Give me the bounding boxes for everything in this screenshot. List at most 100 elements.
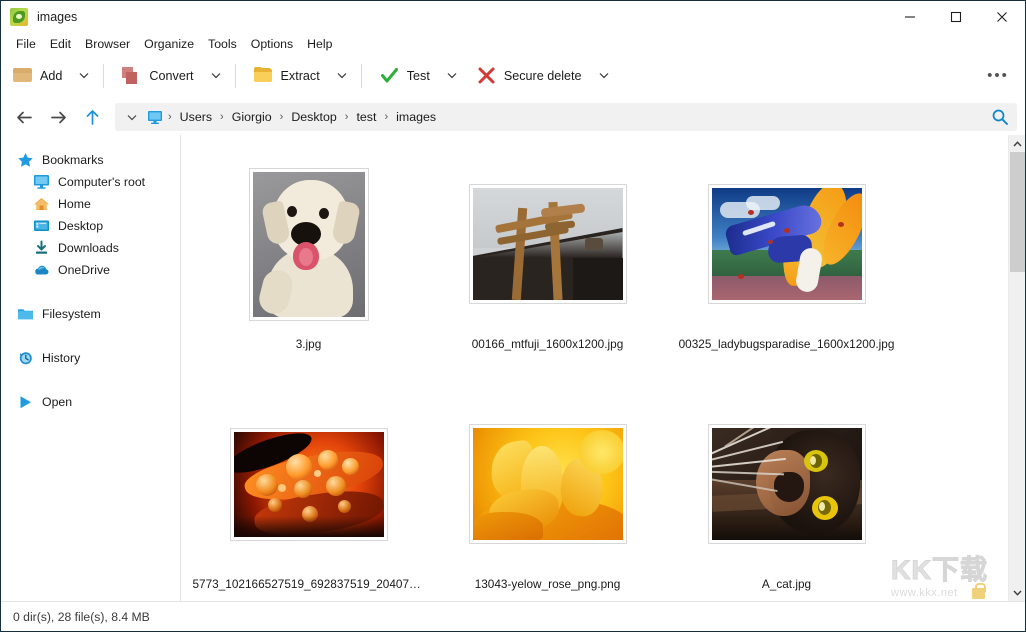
toolbar-separator-3	[361, 64, 362, 88]
download-icon	[33, 240, 50, 257]
menu-browser[interactable]: Browser	[78, 35, 137, 53]
vertical-scrollbar[interactable]	[1008, 135, 1025, 601]
forward-arrow-icon[interactable]	[43, 103, 73, 131]
search-icon[interactable]	[987, 105, 1013, 129]
cat-closeup-photo	[712, 428, 862, 540]
file-item[interactable]: 00166_mtfuji_1600x1200.jpg	[428, 151, 667, 391]
menu-file[interactable]: File	[9, 35, 43, 53]
sidebar-item-onedrive[interactable]: OneDrive	[1, 259, 180, 281]
toolbar-group-add: Add	[1, 59, 97, 93]
sidebar-label-computers-root: Computer's root	[58, 175, 145, 189]
status-bar: 0 dir(s), 28 file(s), 8.4 MB	[1, 601, 1025, 631]
toolbar-separator-2	[235, 64, 236, 88]
window-title: images	[37, 10, 77, 24]
bird-of-paradise-photo	[712, 188, 862, 300]
sidebar-label-open: Open	[42, 395, 72, 409]
file-item[interactable]: 00325_ladybugsparadise_1600x1200.jpg	[667, 151, 906, 391]
chevron-down-icon[interactable]	[121, 114, 143, 121]
menu-options[interactable]: Options	[244, 35, 300, 53]
toolbar-separator-1	[103, 64, 104, 88]
thumbnail-wrapper	[667, 151, 906, 337]
convert-button[interactable]: Convert	[110, 59, 202, 93]
file-grid-pane[interactable]: 3.jpg	[181, 135, 1025, 601]
extract-dropdown-caret[interactable]	[329, 59, 355, 93]
sidebar-item-history[interactable]: History	[1, 347, 180, 369]
thumbnail-frame[interactable]	[708, 184, 866, 304]
thumbnail-wrapper	[189, 391, 428, 577]
close-icon[interactable]	[979, 1, 1025, 33]
maximize-icon[interactable]	[933, 1, 979, 33]
convert-dropdown-caret[interactable]	[203, 59, 229, 93]
breadcrumb-giorgio[interactable]: Giorgio	[225, 107, 279, 127]
up-arrow-icon[interactable]	[77, 103, 107, 131]
scrollbar-thumb[interactable]	[1010, 152, 1025, 272]
sidebar-spacer	[1, 369, 180, 391]
toolbar-group-secure-delete: Secure delete	[465, 59, 617, 93]
thumbnail-wrapper	[428, 391, 667, 577]
menu-organize[interactable]: Organize	[137, 35, 201, 53]
add-button-label: Add	[40, 69, 62, 83]
file-item[interactable]: 13043-yelow_rose_png.png	[428, 391, 667, 601]
file-name[interactable]: A_cat.jpg	[762, 577, 811, 591]
add-dropdown-caret[interactable]	[71, 59, 97, 93]
test-dropdown-caret[interactable]	[439, 59, 465, 93]
scroll-up-arrow[interactable]	[1009, 135, 1025, 152]
menu-edit[interactable]: Edit	[43, 35, 78, 53]
file-item[interactable]: 3.jpg	[189, 151, 428, 391]
test-button-label: Test	[407, 69, 430, 83]
toolbar-group-convert: Convert	[110, 59, 228, 93]
file-item[interactable]: A_cat.jpg	[667, 391, 906, 601]
thumbnail-wrapper	[667, 391, 906, 577]
sidebar-item-bookmarks[interactable]: Bookmarks	[1, 149, 180, 171]
back-arrow-icon[interactable]	[9, 103, 39, 131]
convert-squares-icon	[122, 66, 141, 85]
file-item[interactable]: 5773_102166527519_692837519_2040793_2...	[189, 391, 428, 601]
menu-help[interactable]: Help	[300, 35, 339, 53]
secure-delete-button[interactable]: Secure delete	[465, 59, 591, 93]
sidebar-item-desktop[interactable]: Desktop	[1, 215, 180, 237]
breadcrumb[interactable]: › Users › Giorgio › Desktop › test › ima…	[115, 103, 1017, 131]
breadcrumb-users[interactable]: Users	[173, 107, 219, 127]
toolbar-group-test: Test	[368, 59, 465, 93]
sidebar-label-home: Home	[58, 197, 91, 211]
sidebar-item-filesystem[interactable]: Filesystem	[1, 303, 180, 325]
add-button[interactable]: Add	[1, 59, 71, 93]
sidebar-label-filesystem: Filesystem	[42, 307, 101, 321]
window-controls	[887, 1, 1025, 33]
sidebar-label-onedrive: OneDrive	[58, 263, 110, 277]
thumbnail-frame[interactable]	[469, 184, 627, 304]
thumbnail-wrapper	[189, 151, 428, 337]
thumbnail-wrapper	[428, 151, 667, 337]
minimize-icon[interactable]	[887, 1, 933, 33]
file-name[interactable]: 3.jpg	[296, 337, 322, 351]
breadcrumb-desktop[interactable]: Desktop	[284, 107, 343, 127]
sidebar-label-downloads: Downloads	[58, 241, 119, 255]
breadcrumb-test[interactable]: test	[349, 107, 383, 127]
sidebar-item-computers-root[interactable]: Computer's root	[1, 171, 180, 193]
scroll-down-arrow[interactable]	[1009, 584, 1025, 601]
thumbnail-frame[interactable]	[469, 424, 627, 544]
computer-monitor-icon[interactable]	[143, 110, 167, 125]
sidebar-item-home[interactable]: Home	[1, 193, 180, 215]
extract-button[interactable]: Extract	[242, 59, 329, 93]
thumbnail-frame[interactable]	[230, 428, 388, 541]
thumbnail-frame[interactable]	[708, 424, 866, 544]
file-name[interactable]: 00325_ladybugsparadise_1600x1200.jpg	[679, 337, 895, 351]
peazip-window: images File Edit Browser Organize Tools …	[0, 0, 1026, 632]
sidebar-label-history: History	[42, 351, 80, 365]
red-x-icon	[477, 66, 496, 85]
computer-monitor-icon	[33, 174, 50, 191]
file-name[interactable]: 5773_102166527519_692837519_2040793_2...	[193, 577, 425, 591]
toolbar-overflow-button[interactable]: •••	[983, 61, 1013, 91]
green-check-icon	[380, 66, 399, 85]
thumbnail-frame[interactable]	[249, 168, 369, 321]
address-bar: › Users › Giorgio › Desktop › test › ima…	[1, 99, 1025, 135]
breadcrumb-images[interactable]: images	[389, 107, 443, 127]
sidebar-item-downloads[interactable]: Downloads	[1, 237, 180, 259]
menu-tools[interactable]: Tools	[201, 35, 244, 53]
test-button[interactable]: Test	[368, 59, 439, 93]
file-name[interactable]: 13043-yelow_rose_png.png	[475, 577, 621, 591]
secure-delete-dropdown-caret[interactable]	[591, 59, 617, 93]
sidebar-item-open[interactable]: Open	[1, 391, 180, 413]
file-name[interactable]: 00166_mtfuji_1600x1200.jpg	[472, 337, 624, 351]
